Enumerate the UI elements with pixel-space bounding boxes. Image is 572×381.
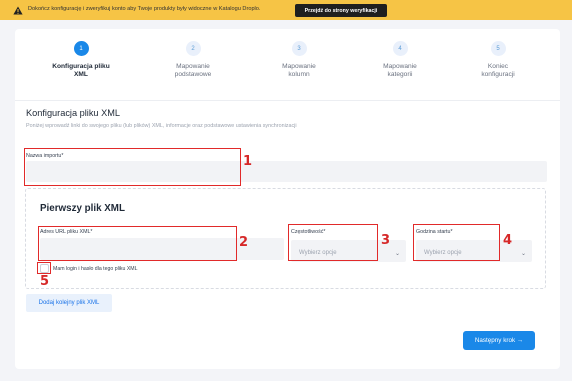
step-label: Mapowanie kategorii (383, 63, 417, 78)
step-label: Koniec konfiguracji (481, 63, 515, 78)
xml-file-title: Pierwszy plik XML (40, 203, 125, 214)
banner-message: Dokończ konfigurację i zweryfikuj konto … (28, 6, 261, 12)
step-1[interactable]: 1 Konfiguracja pliku XML (41, 41, 121, 79)
annotation-box-2 (38, 226, 237, 261)
verify-account-button[interactable]: Przejdź do strony weryfikacji (295, 4, 387, 17)
step-number: 1 (73, 41, 89, 56)
step-number: 5 (490, 41, 506, 56)
chevron-down-icon: ⌄ (394, 251, 400, 257)
login-password-checkbox-label: Mam login i hasło dla tego pliku XML (53, 266, 138, 272)
chevron-down-icon: ⌄ (520, 251, 526, 257)
step-label: Mapowanie podstawowe (174, 63, 212, 78)
annotation-box-3 (288, 224, 378, 261)
step-number: 3 (291, 41, 307, 56)
annotation-number-2: 2 (239, 235, 249, 250)
step-number: 2 (185, 41, 201, 56)
annotation-number-1: 1 (243, 154, 253, 169)
next-step-button[interactable]: Następny krok → (463, 331, 535, 350)
warning-icon (13, 5, 23, 15)
step-number: 4 (392, 41, 408, 56)
step-2[interactable]: 2 Mapowanie podstawowe (153, 41, 233, 79)
section-title: Konfiguracja pliku XML (26, 108, 120, 118)
annotation-box-4 (413, 224, 500, 261)
step-5[interactable]: 5 Koniec konfiguracji (458, 41, 538, 79)
add-xml-file-button[interactable]: Dodaj kolejny plik XML (26, 294, 112, 312)
annotation-box-1 (24, 148, 241, 186)
annotation-number-3: 3 (381, 233, 391, 248)
annotation-number-5: 5 (40, 274, 50, 289)
step-3[interactable]: 3 Mapowanie kolumn (259, 41, 339, 79)
step-label: Konfiguracja pliku XML (52, 63, 110, 78)
section-description: Poniżej wprowadź linki do swojego pliku … (26, 123, 297, 129)
annotation-box-5 (37, 262, 51, 274)
verification-banner: Dokończ konfigurację i zweryfikuj konto … (0, 0, 572, 20)
step-label: Mapowanie kolumn (282, 63, 316, 78)
annotation-number-4: 4 (503, 233, 513, 248)
divider (15, 100, 560, 101)
step-4[interactable]: 4 Mapowanie kategorii (360, 41, 440, 79)
